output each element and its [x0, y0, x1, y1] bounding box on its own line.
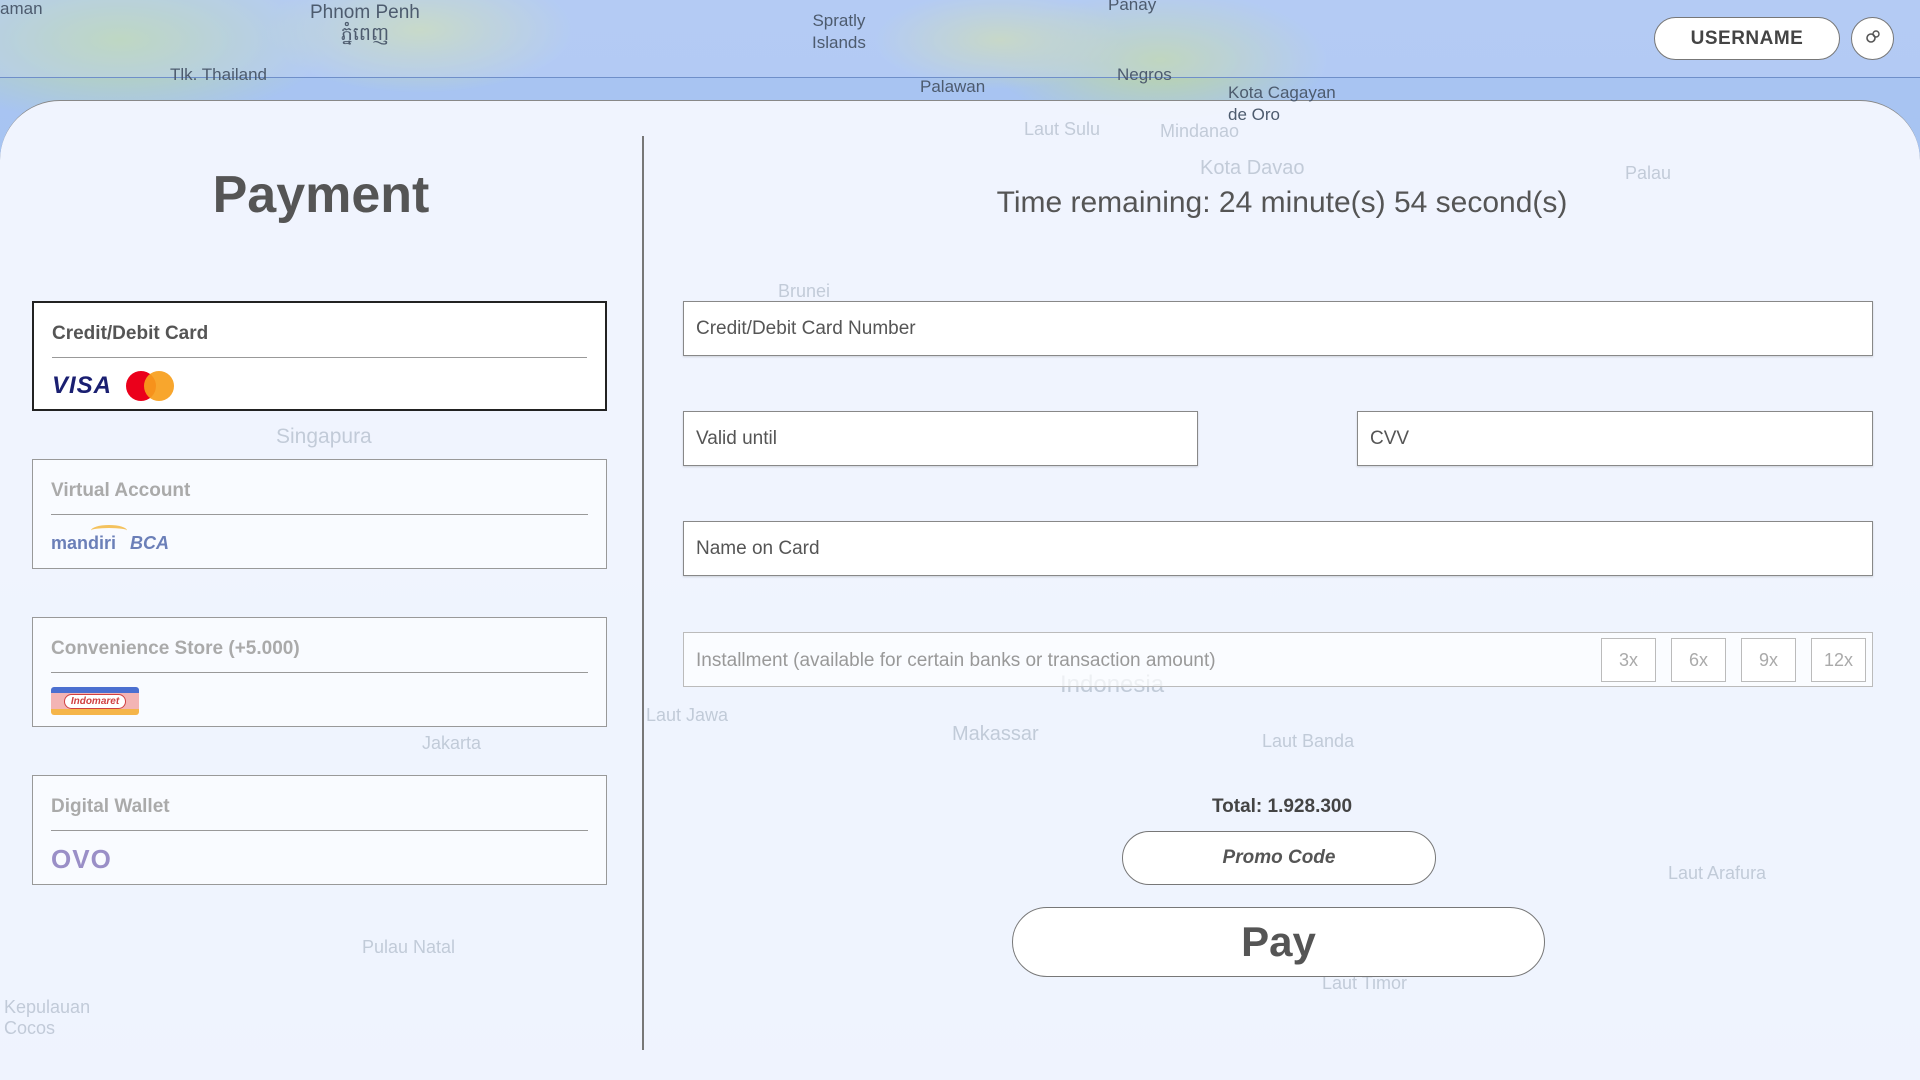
map-label: Brunei [778, 281, 831, 301]
map-label: Makassar [952, 723, 1039, 745]
map-label: Spratly Islands [812, 11, 866, 52]
map-label: Pulau Natal [362, 937, 456, 957]
method-virtual-account[interactable]: Virtual Account mandiri BCA [32, 459, 607, 569]
card-number-input[interactable] [683, 301, 1873, 356]
map-label: Tlk. Thailand [170, 65, 268, 84]
divider [52, 357, 587, 358]
map-label: Phnom Penh ភ្នំពេញ [310, 2, 420, 45]
map-label: Panay [1108, 0, 1157, 14]
method-logos: Indomaret [51, 684, 139, 718]
method-convenience-store[interactable]: Convenience Store (+5.000) Indomaret [32, 617, 607, 727]
method-credit-card[interactable]: Credit/Debit Card VISA [32, 301, 607, 411]
pay-button[interactable]: Pay [1012, 907, 1545, 977]
map-label: Laut Sulu [1024, 119, 1101, 139]
method-label: Convenience Store (+5.000) [51, 638, 300, 659]
bca-logo: BCA [130, 532, 170, 553]
installment-12x-button[interactable]: 12x [1811, 638, 1866, 682]
method-logos: mandiri BCA [51, 524, 170, 560]
top-bar: aman Phnom Penh ភ្នំពេញ Spratly Islands … [0, 0, 1920, 84]
valid-until-input[interactable] [683, 411, 1198, 466]
promo-code-button[interactable]: Promo Code [1122, 831, 1436, 885]
gear-icon [1864, 28, 1882, 49]
map-label: Palau [1625, 163, 1672, 183]
method-logos: OVO [51, 842, 112, 876]
method-label: Virtual Account [51, 480, 191, 501]
username-button[interactable]: USERNAME [1654, 17, 1840, 60]
map-label: Jakarta [422, 733, 482, 753]
method-logos: VISA [52, 369, 176, 403]
method-digital-wallet[interactable]: Digital Wallet OVO [32, 775, 607, 885]
total-amount: Total: 1.928.300 [1211, 796, 1353, 817]
map-label: Laut Jawa [646, 705, 729, 725]
divider [51, 672, 588, 673]
installment-label: Installment (available for certain banks… [696, 650, 1216, 671]
time-remaining: Time remaining: 24 minute(s) 54 second(s… [996, 186, 1568, 219]
map-label: Kota Cagayan de Oro [1228, 83, 1336, 124]
map-label: Singapura [276, 425, 372, 448]
map-label: Kepulauan Cocos [4, 997, 91, 1038]
map-label: Laut Banda [1262, 731, 1355, 751]
installment-9x-button[interactable]: 9x [1741, 638, 1796, 682]
indomaret-logo: Indomaret [51, 687, 139, 715]
mastercard-logo [126, 371, 176, 401]
divider [51, 514, 588, 515]
map-label: Palawan [920, 77, 986, 96]
payment-panel: Laut Sulu Mindanao Kota Davao Palau Brun… [0, 100, 1920, 1080]
method-label: Credit/Debit Card [52, 323, 209, 344]
installment-6x-button[interactable]: 6x [1671, 638, 1726, 682]
ovo-logo: OVO [51, 843, 112, 874]
installment-3x-button[interactable]: 3x [1601, 638, 1656, 682]
panel-divider [642, 136, 644, 1050]
mandiri-logo: mandiri [51, 524, 128, 553]
map-label: aman [0, 0, 43, 18]
cvv-input[interactable] [1357, 411, 1873, 466]
installment-field: Installment (available for certain banks… [683, 632, 1873, 687]
map-label: Laut Arafura [1668, 863, 1767, 883]
map-label: Kota Davao [1200, 157, 1305, 179]
name-on-card-input[interactable] [683, 521, 1873, 576]
page-title: Payment [212, 166, 430, 224]
method-label: Digital Wallet [51, 796, 170, 817]
map-label: Negros [1117, 65, 1172, 84]
divider [51, 830, 588, 831]
settings-button[interactable] [1851, 17, 1894, 60]
visa-logo: VISA [52, 372, 113, 399]
